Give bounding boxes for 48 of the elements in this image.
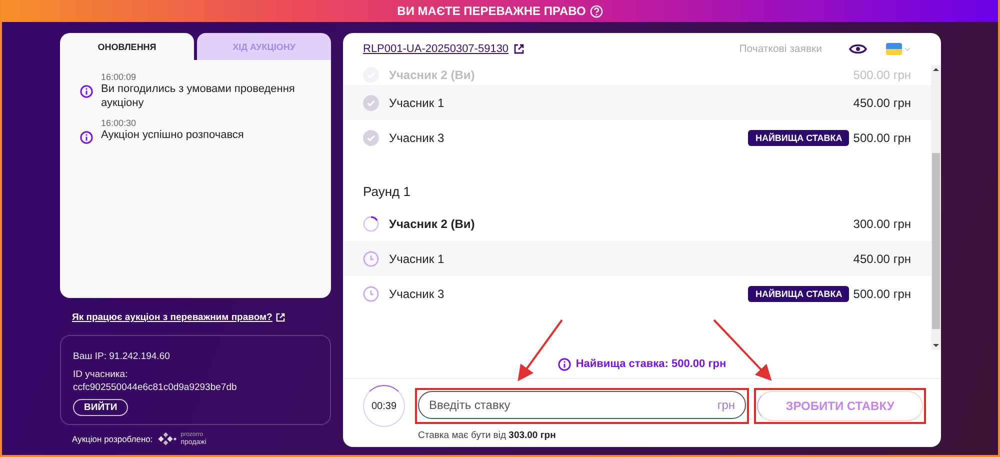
external-link-icon[interactable] [514,44,524,54]
check-circle-icon [363,94,379,110]
logout-button[interactable]: ВИЙТИ [73,399,128,416]
participant-name: Учасник 3 [389,130,444,144]
participant-id-label: ID учасника: [73,368,128,381]
bid-amount: 450.00 грн [853,252,911,266]
annotation-arrow [518,319,563,382]
dots-logo-icon [156,432,177,446]
bid-amount: 450.00 грн [853,96,911,110]
scroll-down-arrow-icon[interactable] [931,342,941,350]
round-title: Раунд 1 [362,183,412,201]
participant-name: Учасник 1 [389,96,444,110]
update-message: Аукціон успішно розпочався [101,128,244,142]
participant-name: Учасник 2 (Ви) [389,68,475,82]
update-time: 16:00:30 [101,118,138,128]
currency-unit: грн [717,398,735,412]
banner-title: ВИ МАЄТЕ ПЕРЕВАЖНЕ ПРАВО [397,4,586,18]
info-icon [558,358,571,370]
clock-icon [363,250,379,266]
countdown-timer: 00:39 [363,385,405,427]
lot-link[interactable]: RLP001-UA-20250307-59130 [363,43,509,55]
help-icon[interactable] [590,4,603,18]
participant-name: Учасник 1 [389,252,444,266]
ip-address: Ваш IP: 91.242.194.60 [73,350,170,363]
spinner-icon [363,216,379,232]
bid-amount: 500.00 грн [853,286,911,300]
bid-amount: 500.00 грн [853,130,911,144]
update-message: Ви погодились з умовами проведення аукціону [101,82,296,110]
highest-bid-badge: НАЙВИЩА СТАВКА [748,286,850,302]
tab[interactable]: ОНОВЛЕННЯ [60,33,194,60]
update-time: 16:00:09 [101,72,138,82]
info-icon [80,131,93,144]
help-link[interactable]: Як працює аукціон з переважним правом? [72,312,272,323]
participant-name: Учасник 2 (Ви) [389,216,475,230]
highest-bid-info: Найвища ставка: 500.00 грн [576,358,726,370]
bid-hint: Ставка має бути від 303.00 грн [418,430,557,441]
footer-text: Аукціон розроблено: [72,434,153,444]
bid-amount: 300.00 грн [853,216,911,230]
participant-id: ccfc902550044e6c81c0d9a9293be7db [73,381,237,394]
scroll-up-arrow-icon[interactable] [931,65,941,73]
participant-name: Учасник 3 [389,286,444,300]
bid-amount: 500.00 грн [853,68,911,82]
clock-icon [363,286,379,302]
scrollbar[interactable] [931,65,941,350]
check-circle-icon [363,130,379,146]
eye-icon[interactable] [849,43,867,55]
info-icon [80,85,93,98]
highest-bid-badge: НАЙВИЩА СТАВКА [748,130,850,146]
